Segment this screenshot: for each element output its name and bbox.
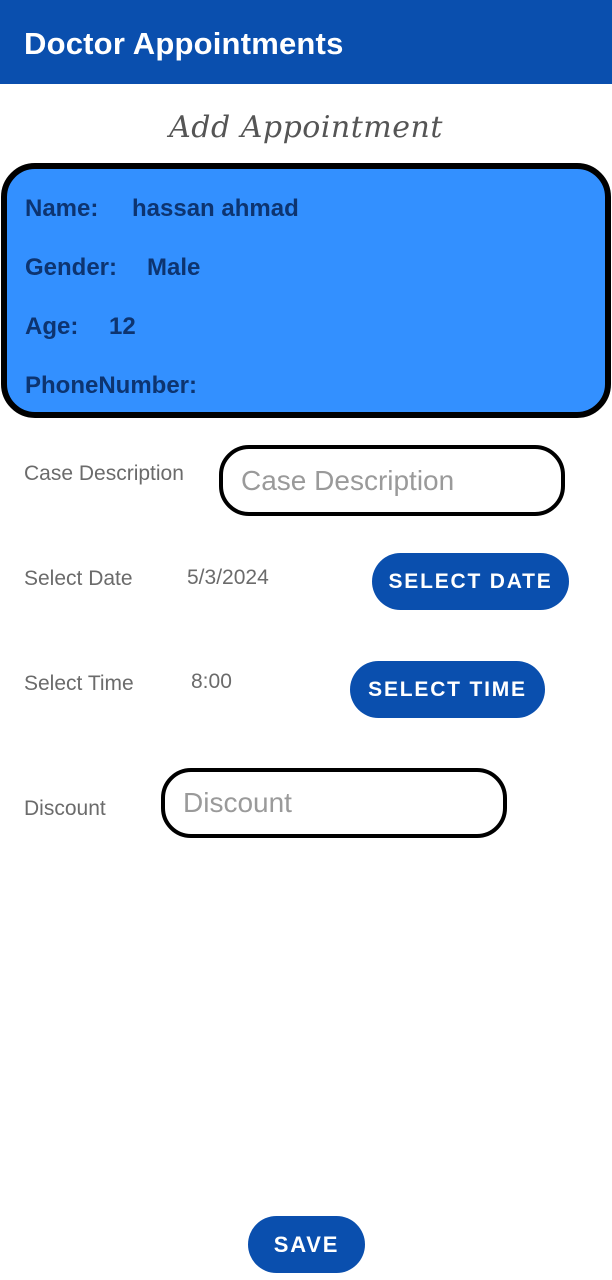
- discount-label: Discount: [24, 797, 106, 820]
- select-time-button[interactable]: SELECT TIME: [350, 661, 545, 718]
- age-value: 12: [109, 313, 136, 340]
- selected-date-value: 5/3/2024: [187, 566, 269, 589]
- patient-age-row: Age: 12: [25, 313, 136, 341]
- patient-gender-row: Gender: Male: [25, 254, 200, 282]
- name-value: hassan ahmad: [132, 195, 299, 222]
- selected-time-value: 8:00: [191, 670, 232, 693]
- app-bar: Doctor Appointments: [0, 0, 612, 84]
- select-time-label: Select Time: [24, 672, 134, 695]
- name-label: Name:: [25, 195, 99, 222]
- gender-label: Gender:: [25, 254, 118, 281]
- case-description-input[interactable]: [219, 445, 565, 516]
- patient-phone-row: PhoneNumber:: [25, 372, 197, 400]
- age-label: Age:: [25, 313, 79, 340]
- patient-info-card: Name: hassan ahmad Gender: Male Age: 12 Pho…: [1, 163, 611, 418]
- select-date-label: Select Date: [24, 567, 133, 590]
- discount-input[interactable]: [161, 768, 507, 838]
- select-date-button[interactable]: SELECT DATE: [372, 553, 569, 610]
- gender-value: Male: [147, 254, 201, 281]
- phone-label: PhoneNumber:: [25, 372, 198, 399]
- case-description-label: Case Description: [24, 462, 184, 485]
- patient-name-row: Name: hassan ahmad: [25, 195, 299, 223]
- form-title: Add Appointment: [169, 110, 443, 145]
- app-title: Doctor Appointments: [24, 26, 344, 61]
- save-button[interactable]: SAVE: [248, 1216, 365, 1273]
